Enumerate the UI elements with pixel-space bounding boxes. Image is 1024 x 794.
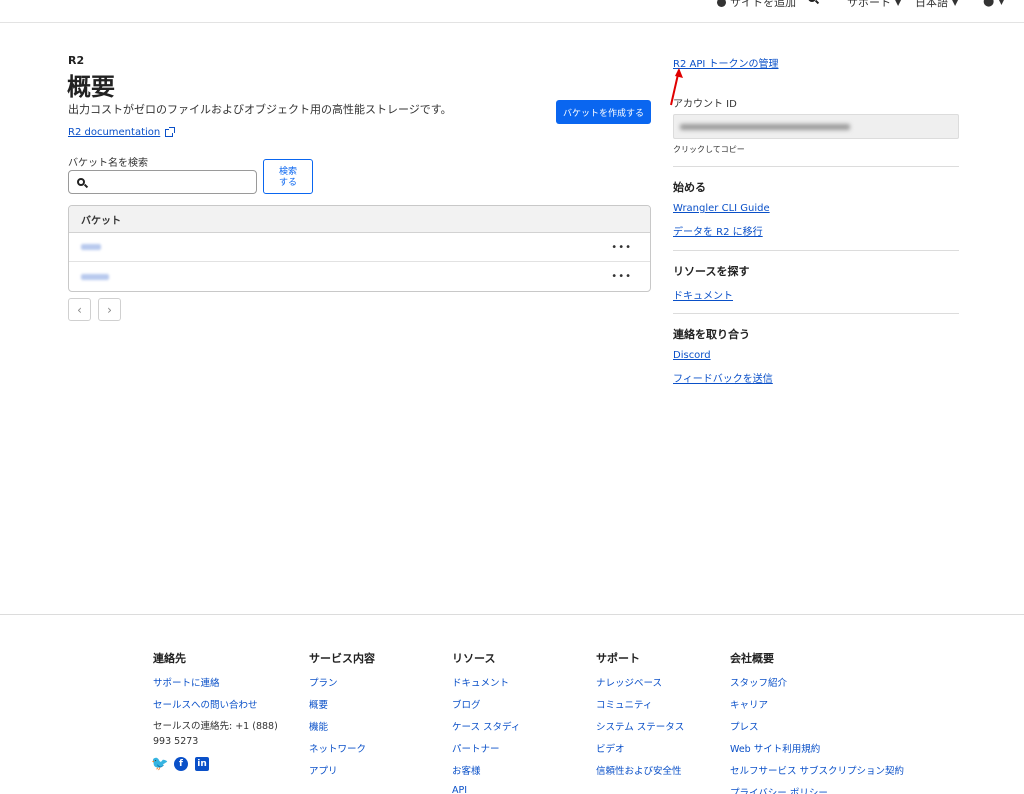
footer-link[interactable]: ドキュメント <box>452 675 520 689</box>
chevron-down-icon: ▼ <box>895 0 902 7</box>
row-menu-icon[interactable]: ••• <box>611 271 632 282</box>
sales-phone-text: セールスの連絡先: +1 (888) 993 5273 <box>153 721 278 747</box>
footer-support-column: サポート ナレッジベース コミュニティ システム ステータス ビデオ 信頼性およ… <box>596 650 684 785</box>
footer-link[interactable]: コミュニティ <box>596 697 684 711</box>
footer-link[interactable]: Web サイト利用規約 <box>730 741 904 755</box>
copy-hint: クリックしてコピー <box>673 145 745 154</box>
bucket-table: バケット ••• ••• <box>68 205 651 292</box>
table-row[interactable]: ••• <box>69 233 650 262</box>
user-menu[interactable]: ● ▼ <box>983 0 1005 9</box>
redacted-bucket-name[interactable] <box>81 244 101 250</box>
account-id-field[interactable] <box>673 114 959 139</box>
footer-link[interactable]: ビデオ <box>596 741 684 755</box>
support-menu[interactable]: サポート ▼ <box>847 0 901 10</box>
wrangler-cli-guide-link[interactable]: Wrangler CLI Guide <box>673 203 770 214</box>
footer-link[interactable]: サポートに連絡 <box>153 675 293 689</box>
bucket-column-header: バケット <box>69 206 650 233</box>
divider <box>673 250 959 251</box>
footer-link[interactable]: 信頼性および安全性 <box>596 763 684 777</box>
footer-link[interactable]: ブログ <box>452 697 520 711</box>
search-icon[interactable] <box>808 0 816 2</box>
footer-link[interactable]: プレス <box>730 719 904 733</box>
get-started-title: 始める <box>673 181 706 194</box>
divider <box>673 166 959 167</box>
footer-link[interactable]: 概要 <box>309 697 375 711</box>
add-site-label: サイトを追加 <box>730 0 796 9</box>
footer-services-column: サービス内容 プラン 概要 機能 ネットワーク アプリ <box>309 650 375 785</box>
search-button[interactable]: 検索 する <box>263 159 313 194</box>
footer-services-title: サービス内容 <box>309 652 375 665</box>
footer-divider <box>0 614 1024 615</box>
footer-company-column: 会社概要 スタッフ紹介 キャリア プレス Web サイト利用規約 セルフサービス… <box>730 650 904 794</box>
redacted-account-id <box>680 123 850 130</box>
footer-resources-title: リソース <box>452 652 496 665</box>
table-row[interactable]: ••• <box>69 262 650 291</box>
divider <box>673 313 959 314</box>
footer-resources-column: リソース ドキュメント ブログ ケース スタディ パートナー お客様 API <box>452 650 520 794</box>
bucket-search-input[interactable] <box>91 172 256 192</box>
footer-link[interactable]: API <box>452 785 520 794</box>
manage-api-tokens-link[interactable]: R2 API トークンの管理 <box>673 55 779 70</box>
add-site-button[interactable]: サイトを追加 <box>717 0 796 10</box>
footer-link[interactable]: 機能 <box>309 719 375 733</box>
pagination-next-button[interactable]: › <box>98 298 121 321</box>
product-eyebrow: R2 <box>68 54 85 67</box>
language-menu[interactable]: 日本語 ▼ <box>915 0 958 10</box>
plus-circle-icon <box>717 0 726 7</box>
twitter-icon[interactable]: 🐦 <box>151 756 168 772</box>
footer-link[interactable]: ネットワーク <box>309 741 375 755</box>
send-feedback-link[interactable]: フィードバックを送信 <box>673 370 773 385</box>
account-id-label: アカウント ID <box>673 99 737 110</box>
pagination-prev-button[interactable]: ‹ <box>68 298 91 321</box>
migrate-data-link[interactable]: データを R2 に移行 <box>673 223 763 238</box>
footer-contact-column: 連絡先 サポートに連絡 セールスへの問い合わせ セールスの連絡先: +1 (88… <box>151 650 293 772</box>
chevron-down-icon: ▼ <box>998 0 1005 6</box>
footer-link[interactable]: アプリ <box>309 763 375 777</box>
bucket-search-field[interactable] <box>68 170 257 194</box>
discord-link[interactable]: Discord <box>673 350 711 361</box>
chevron-right-icon: › <box>107 302 112 317</box>
footer-link[interactable]: セールスへの問い合わせ <box>153 697 293 711</box>
documentation-link[interactable]: ドキュメント <box>673 287 733 302</box>
footer-contact-title: 連絡先 <box>153 652 186 665</box>
resources-title: リソースを探す <box>673 265 750 278</box>
external-link-icon <box>165 126 176 137</box>
support-label: サポート <box>847 0 891 9</box>
footer-support-title: サポート <box>596 652 640 665</box>
page-title: 概要 <box>67 73 115 101</box>
footer-link[interactable]: セルフサービス サブスクリプション契約 <box>730 763 904 777</box>
footer-link[interactable]: スタッフ紹介 <box>730 675 904 689</box>
page-description: 出力コストがゼロのファイルおよびオブジェクト用の高性能ストレージです。 <box>68 103 452 116</box>
linkedin-icon[interactable]: in <box>195 757 209 771</box>
facebook-icon[interactable]: f <box>174 757 188 771</box>
redacted-bucket-name[interactable] <box>81 273 109 280</box>
bucket-search-label: バケット名を検索 <box>68 158 148 169</box>
language-label: 日本語 <box>915 0 948 9</box>
footer-link[interactable]: お客様 <box>452 763 520 777</box>
search-icon <box>77 178 85 186</box>
create-bucket-button[interactable]: バケットを作成する <box>556 100 651 124</box>
footer-link[interactable]: ナレッジベース <box>596 675 684 689</box>
r2-documentation-link[interactable]: R2 documentation <box>68 126 176 138</box>
footer-company-title: 会社概要 <box>730 652 774 665</box>
chevron-down-icon: ▼ <box>952 0 959 7</box>
user-icon: ● <box>983 0 995 9</box>
footer-link[interactable]: システム ステータス <box>596 719 684 733</box>
r2-documentation-label: R2 documentation <box>68 127 161 138</box>
footer-link[interactable]: パートナー <box>452 741 520 755</box>
footer-link[interactable]: ケース スタディ <box>452 719 520 733</box>
top-bar: サイトを追加 サポート ▼ 日本語 ▼ ● ▼ <box>0 0 1024 23</box>
footer-link[interactable]: キャリア <box>730 697 904 711</box>
footer-link[interactable]: プライバシー ポリシー <box>730 785 904 794</box>
row-menu-icon[interactable]: ••• <box>611 242 632 253</box>
contact-title: 連絡を取り合う <box>673 328 750 341</box>
footer-link[interactable]: プラン <box>309 675 375 689</box>
social-links: 🐦 f in <box>151 756 293 772</box>
chevron-left-icon: ‹ <box>77 302 82 317</box>
